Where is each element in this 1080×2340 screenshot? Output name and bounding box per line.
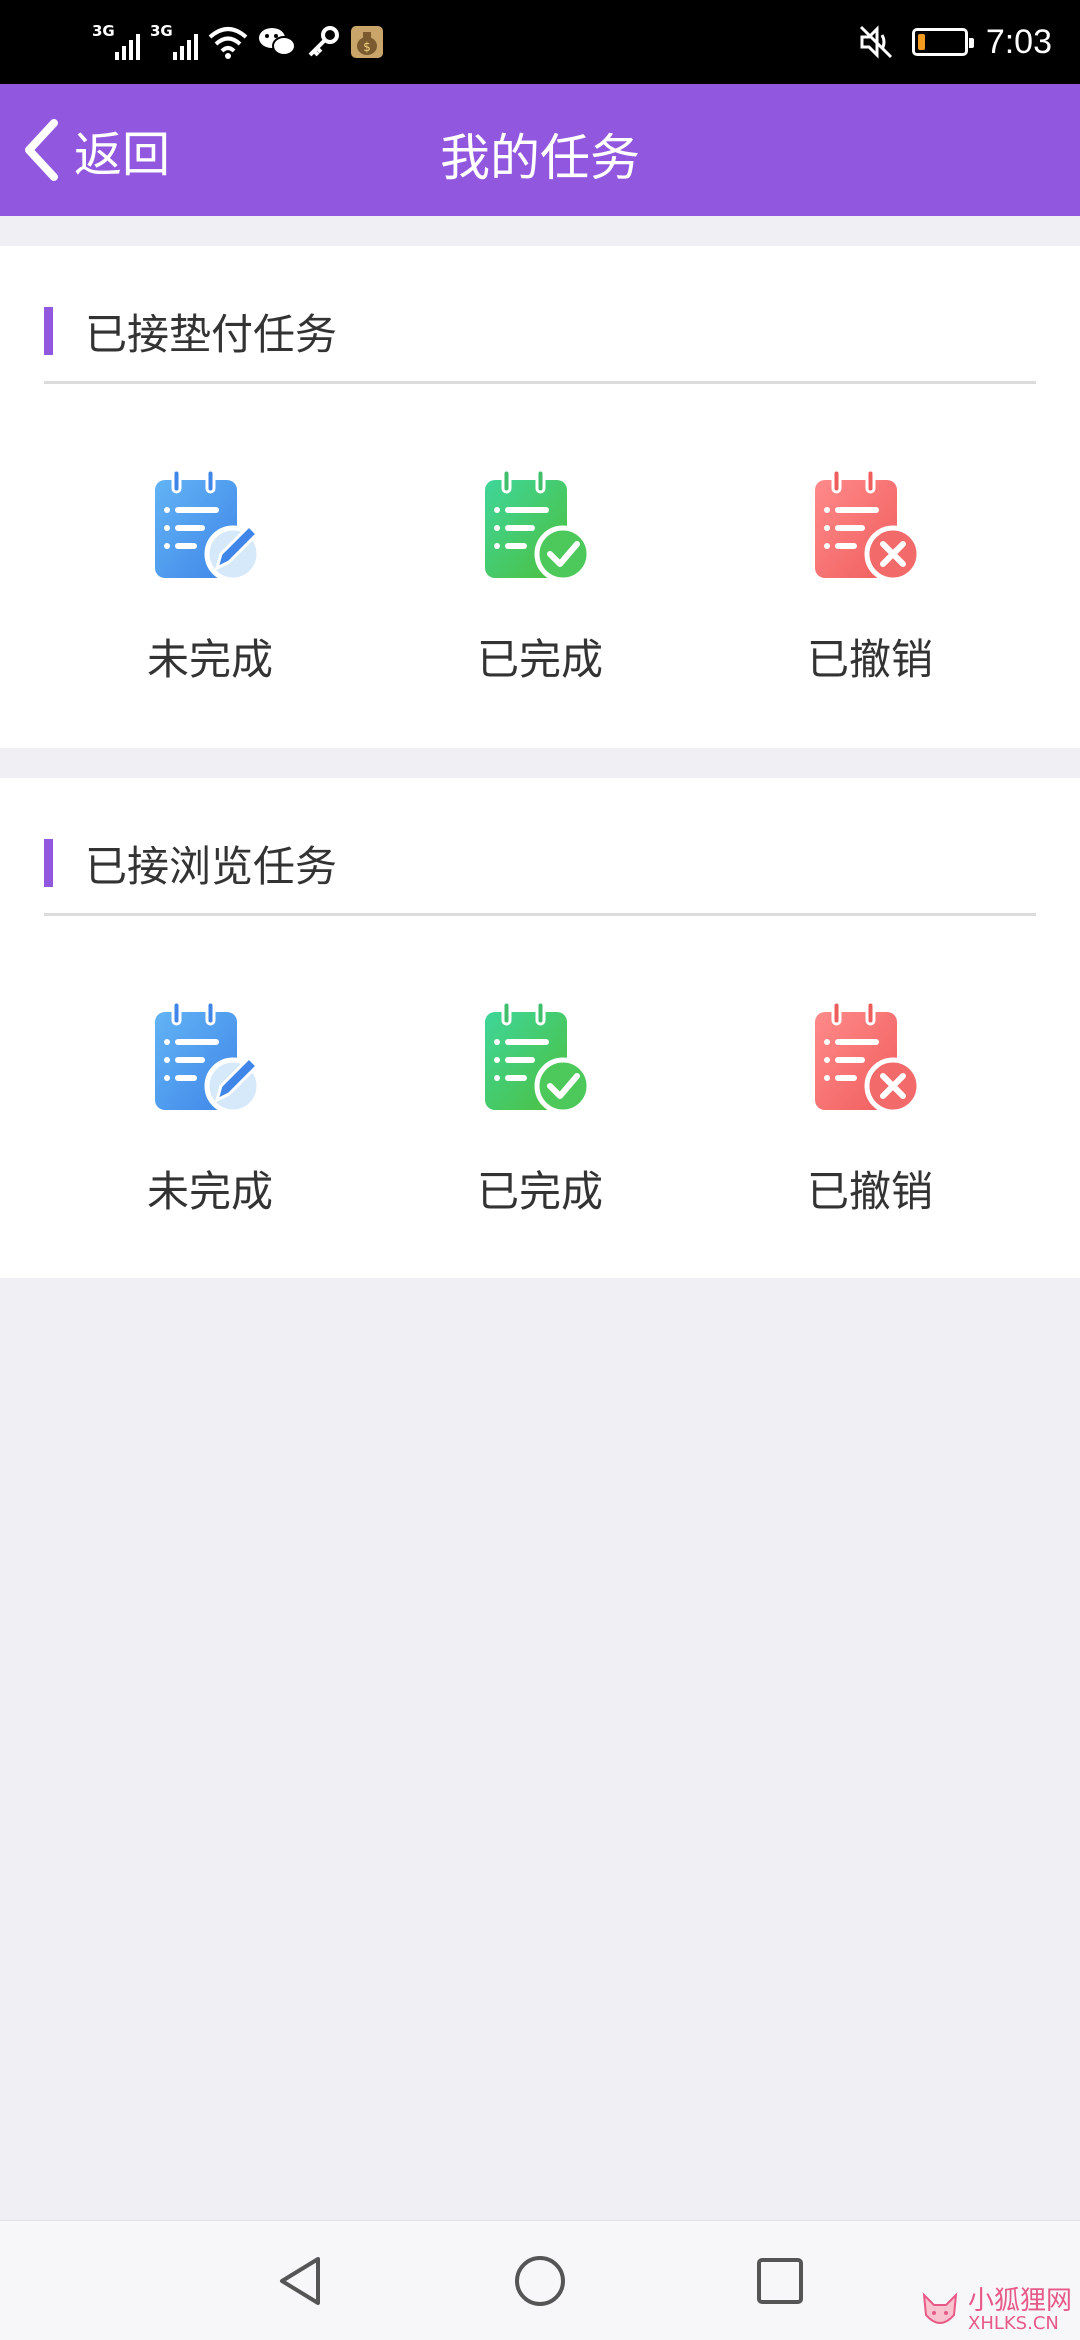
section-divider [44,381,1036,384]
nav-back-button[interactable] [268,2249,332,2313]
fox-logo-icon [922,2292,958,2324]
network-type-label: 3G [150,22,173,40]
task-status-label: 未完成 [146,635,273,684]
battery-level [917,34,925,50]
app-header: 返回 我的任务 [0,84,1080,216]
watermark-cn: 小狐狸网 [967,2285,1072,2316]
section-accent-bar [44,839,53,887]
task-status-grid: 未完成 已完成 已撤销 [0,998,1080,1219]
page-title: 我的任务 [440,129,640,187]
signal-icon: 3G [92,22,140,62]
wechat-icon [259,28,296,56]
clock: 7:03 [985,22,1052,61]
signal-icon: 3G [150,22,198,62]
square-recents-icon [757,2258,803,2304]
task-status-label: 已撤销 [806,1167,933,1216]
money-bag-icon: $ [351,26,383,58]
network-type-label: 3G [92,22,115,40]
section-card-browse-tasks: 已接浏览任务 未完成 已完成 已撤销 [0,778,1080,1278]
wifi-icon [208,27,248,59]
status-bar: 3G 3G $ 7:03 [0,0,1080,84]
section-card-advance-tasks: 已接垫付任务 未完成 已完成 已撤销 [0,246,1080,748]
task-status-label: 已完成 [476,635,603,684]
section-title: 已接垫付任务 [85,309,338,359]
task-status-completed[interactable]: 已完成 [375,998,705,1219]
battery-icon [911,28,974,56]
svg-text:$: $ [363,40,371,54]
section-header: 已接浏览任务 [44,838,337,891]
edit-note-icon [155,1000,262,1115]
triangle-back-icon [280,2257,320,2305]
task-status-incomplete[interactable]: 未完成 [45,998,375,1219]
mute-icon [859,25,892,59]
status-left: 3G 3G $ [92,22,384,62]
nav-home-button[interactable] [508,2249,572,2313]
task-status-label: 未完成 [146,1167,273,1216]
task-status-label: 已完成 [476,1167,603,1216]
task-status-completed[interactable]: 已完成 [375,466,705,687]
section-divider [44,913,1036,916]
cancel-note-icon [815,1000,922,1115]
task-status-revoked[interactable]: 已撤销 [705,466,1035,687]
task-status-incomplete[interactable]: 未完成 [45,466,375,687]
task-status-revoked[interactable]: 已撤销 [705,998,1035,1219]
cancel-note-icon [815,468,922,583]
task-status-grid: 未完成 已完成 已撤销 [0,466,1080,687]
check-note-icon [485,1000,592,1115]
section-title: 已接浏览任务 [85,841,338,891]
watermark-en: XHLKS.CN [967,2313,1059,2335]
section-accent-bar [44,307,53,355]
key-icon [308,26,339,57]
nav-recents-button[interactable] [748,2249,812,2313]
circle-home-icon [515,2256,565,2306]
watermark: 小狐狸网 XHLKS.CN [918,2285,1072,2335]
section-header: 已接垫付任务 [44,306,337,359]
edit-note-icon [155,468,262,583]
check-note-icon [485,468,592,583]
status-right: 7:03 [858,18,1052,66]
task-status-label: 已撤销 [806,635,933,684]
